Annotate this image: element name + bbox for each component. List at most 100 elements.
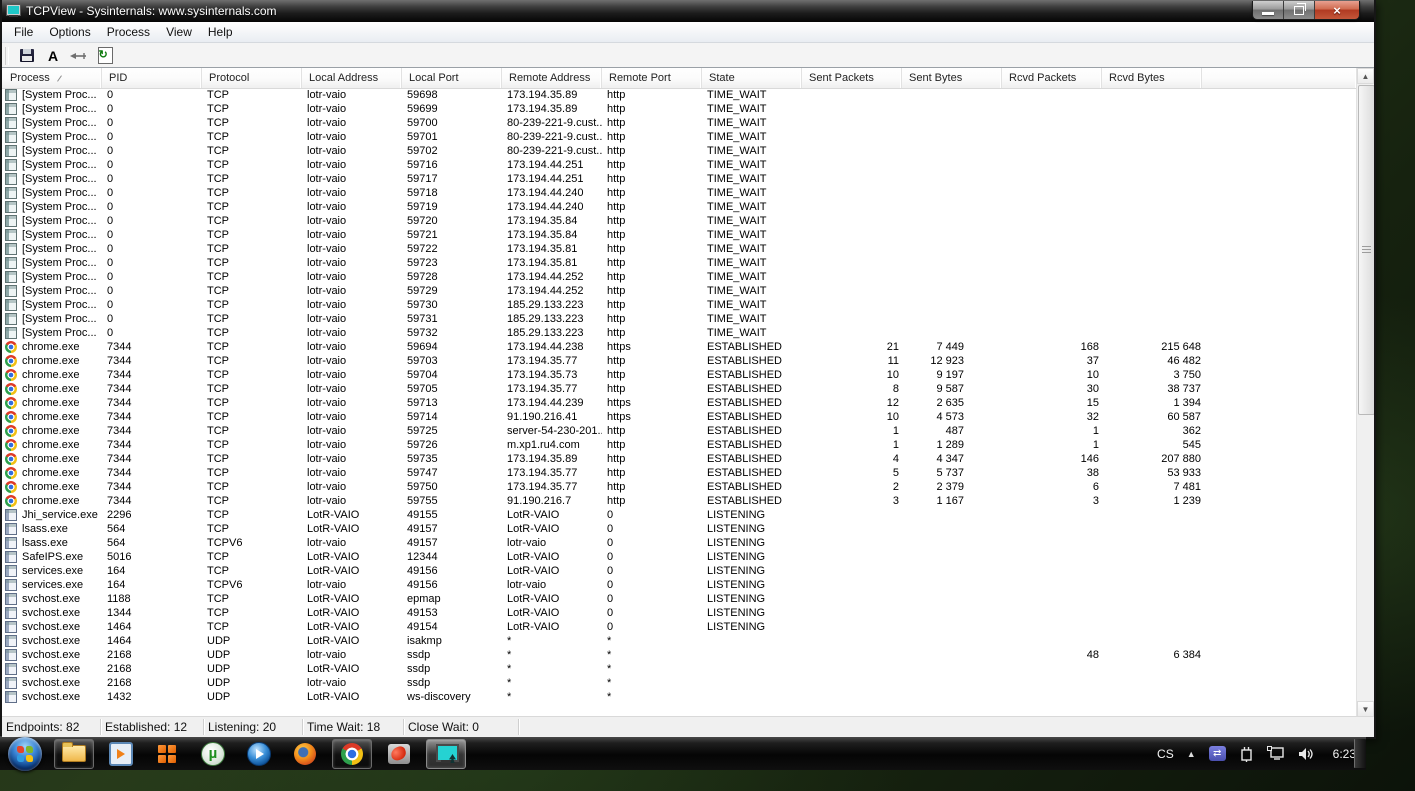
scrollbar-thumb[interactable] <box>1358 85 1374 415</box>
table-row[interactable]: [System Proc... 0 TCP lotr-vaio 59720 17… <box>2 214 1357 228</box>
menu-options[interactable]: Options <box>41 23 98 41</box>
minimize-button[interactable] <box>1253 1 1284 19</box>
table-row[interactable]: SafeIPS.exe 5016 TCP LotR-VAIO 12344 Lot… <box>2 550 1357 564</box>
table-row[interactable]: chrome.exe 7344 TCP lotr-vaio 59747 173.… <box>2 466 1357 480</box>
taskbar-red-app-button[interactable] <box>380 740 418 768</box>
table-row[interactable]: services.exe 164 TCP LotR-VAIO 49156 Lot… <box>2 564 1357 578</box>
menu-file[interactable]: File <box>6 23 41 41</box>
table-row[interactable]: chrome.exe 7344 TCP lotr-vaio 59694 173.… <box>2 340 1357 354</box>
table-row[interactable]: [System Proc... 0 TCP lotr-vaio 59731 18… <box>2 312 1357 326</box>
table-row[interactable]: svchost.exe 1188 TCP LotR-VAIO epmap Lot… <box>2 592 1357 606</box>
network-tray-icon[interactable] <box>1266 745 1285 762</box>
table-row[interactable]: [System Proc... 0 TCP lotr-vaio 59722 17… <box>2 242 1357 256</box>
column-header-rcvd-packets[interactable]: Rcvd Packets <box>1002 68 1102 88</box>
table-row[interactable]: [System Proc... 0 TCP lotr-vaio 59700 80… <box>2 116 1357 130</box>
cell-protocol: TCP <box>207 131 229 143</box>
cell-protocol: TCP <box>207 159 229 171</box>
close-connection-button[interactable] <box>67 45 91 66</box>
column-header-remote-address[interactable]: Remote Address <box>502 68 602 88</box>
table-row[interactable]: chrome.exe 7344 TCP lotr-vaio 59704 173.… <box>2 368 1357 382</box>
menu-help[interactable]: Help <box>200 23 241 41</box>
menu-view[interactable]: View <box>158 23 200 41</box>
windows-media-player-icon <box>247 741 271 766</box>
table-row[interactable]: svchost.exe 2168 UDP lotr-vaio ssdp * * <box>2 676 1357 690</box>
table-row[interactable]: [System Proc... 0 TCP lotr-vaio 59723 17… <box>2 256 1357 270</box>
taskbar-windows-media-player-button[interactable] <box>240 740 278 768</box>
table-row[interactable]: chrome.exe 7344 TCP lotr-vaio 59713 173.… <box>2 396 1357 410</box>
table-row[interactable]: [System Proc... 0 TCP lotr-vaio 59716 17… <box>2 158 1357 172</box>
taskbar-tcpview-button[interactable] <box>426 738 466 769</box>
column-header-state[interactable]: State <box>702 68 802 88</box>
table-row[interactable]: chrome.exe 7344 TCP lotr-vaio 59705 173.… <box>2 382 1357 396</box>
table-row[interactable]: [System Proc... 0 TCP lotr-vaio 59730 18… <box>2 298 1357 312</box>
table-row[interactable]: [System Proc... 0 TCP lotr-vaio 59701 80… <box>2 130 1357 144</box>
table-row[interactable]: svchost.exe 1464 TCP LotR-VAIO 49154 Lot… <box>2 620 1357 634</box>
cell-remote-port: http <box>607 313 626 325</box>
scroll-down-button[interactable]: ▼ <box>1357 701 1374 717</box>
table-row[interactable]: [System Proc... 0 TCP lotr-vaio 59732 18… <box>2 326 1357 340</box>
table-row[interactable]: svchost.exe 1344 TCP LotR-VAIO 49153 Lot… <box>2 606 1357 620</box>
cell-local-port: 49155 <box>407 509 438 521</box>
refresh-button[interactable] <box>93 45 117 66</box>
table-row[interactable]: svchost.exe 1432 UDP LotR-VAIO ws-discov… <box>2 690 1357 704</box>
table-row[interactable]: [System Proc... 0 TCP lotr-vaio 59721 17… <box>2 228 1357 242</box>
table-row[interactable]: [System Proc... 0 TCP lotr-vaio 59698 17… <box>2 88 1357 102</box>
table-row[interactable]: [System Proc... 0 TCP lotr-vaio 59718 17… <box>2 186 1357 200</box>
table-row[interactable]: Jhi_service.exe 2296 TCP LotR-VAIO 49155… <box>2 508 1357 522</box>
language-indicator[interactable]: CS <box>1157 747 1174 761</box>
start-button[interactable] <box>8 736 42 771</box>
table-row[interactable]: services.exe 164 TCPV6 lotr-vaio 49156 l… <box>2 578 1357 592</box>
scroll-up-button[interactable]: ▲ <box>1357 68 1374 84</box>
taskbar-firefox-button[interactable] <box>286 740 324 768</box>
taskbar-windows-explorer-button[interactable] <box>54 738 94 769</box>
column-header-sent-packets[interactable]: Sent Packets <box>802 68 902 88</box>
vertical-scrollbar[interactable]: ▲ ▼ <box>1356 68 1374 717</box>
table-row[interactable]: lsass.exe 564 TCPV6 lotr-vaio 49157 lotr… <box>2 536 1357 550</box>
table-row[interactable]: svchost.exe 2168 UDP LotR-VAIO ssdp * * <box>2 662 1357 676</box>
taskbar-utorrent-button[interactable]: µ <box>194 740 232 768</box>
taskbar-chrome-button[interactable] <box>332 738 372 769</box>
cell-sent-bytes: 9 197 <box>936 369 964 381</box>
table-header: Process PID Protocol Local Address Local… <box>2 68 1357 89</box>
restore-button[interactable] <box>1284 1 1315 19</box>
table-row[interactable]: chrome.exe 7344 TCP lotr-vaio 59750 173.… <box>2 480 1357 494</box>
power-plug-tray-icon[interactable] <box>1239 746 1254 762</box>
table-row[interactable]: chrome.exe 7344 TCP lotr-vaio 59703 173.… <box>2 354 1357 368</box>
volume-tray-icon[interactable] <box>1298 747 1314 761</box>
save-button[interactable] <box>15 45 39 66</box>
table-row[interactable]: [System Proc... 0 TCP lotr-vaio 59728 17… <box>2 270 1357 284</box>
column-header-sent-bytes[interactable]: Sent Bytes <box>902 68 1002 88</box>
column-header-protocol[interactable]: Protocol <box>202 68 302 88</box>
sync-tray-icon[interactable]: ⇄ <box>1208 746 1226 761</box>
taskbar-ms-office-button[interactable] <box>148 740 186 768</box>
taskbar-media-player-classic-button[interactable] <box>102 740 140 768</box>
title-bar[interactable]: TCPView - Sysinternals: www.sysinternals… <box>2 0 1374 22</box>
close-button[interactable]: × <box>1315 1 1359 19</box>
taskbar-clock[interactable]: 6:23 <box>1327 747 1356 761</box>
table-row[interactable]: svchost.exe 2168 UDP lotr-vaio ssdp * * … <box>2 648 1357 662</box>
table-row[interactable]: svchost.exe 1464 UDP LotR-VAIO isakmp * … <box>2 634 1357 648</box>
column-header-rcvd-bytes[interactable]: Rcvd Bytes <box>1102 68 1202 88</box>
table-row[interactable]: chrome.exe 7344 TCP lotr-vaio 59755 91.1… <box>2 494 1357 508</box>
table-row[interactable]: chrome.exe 7344 TCP lotr-vaio 59735 173.… <box>2 452 1357 466</box>
table-row[interactable]: lsass.exe 564 TCP LotR-VAIO 49157 LotR-V… <box>2 522 1357 536</box>
table-row[interactable]: [System Proc... 0 TCP lotr-vaio 59699 17… <box>2 102 1357 116</box>
column-header-local-port[interactable]: Local Port <box>402 68 502 88</box>
show-hidden-icons-button[interactable]: ▲ <box>1187 749 1196 759</box>
table-row[interactable]: chrome.exe 7344 TCP lotr-vaio 59726 m.xp… <box>2 438 1357 452</box>
table-row[interactable]: [System Proc... 0 TCP lotr-vaio 59729 17… <box>2 284 1357 298</box>
cell-sent-packets <box>802 620 902 634</box>
table-row[interactable]: [System Proc... 0 TCP lotr-vaio 59717 17… <box>2 172 1357 186</box>
cell-remote-address: 173.194.35.81 <box>507 243 578 255</box>
show-desktop-button[interactable] <box>1354 739 1366 768</box>
column-header-pid[interactable]: PID <box>102 68 202 88</box>
column-header-local-address[interactable]: Local Address <box>302 68 402 88</box>
table-row[interactable]: chrome.exe 7344 TCP lotr-vaio 59725 serv… <box>2 424 1357 438</box>
table-row[interactable]: chrome.exe 7344 TCP lotr-vaio 59714 91.1… <box>2 410 1357 424</box>
menu-process[interactable]: Process <box>99 23 158 41</box>
table-row[interactable]: [System Proc... 0 TCP lotr-vaio 59719 17… <box>2 200 1357 214</box>
column-header-process[interactable]: Process <box>2 68 102 88</box>
column-header-remote-port[interactable]: Remote Port <box>602 68 702 88</box>
table-row[interactable]: [System Proc... 0 TCP lotr-vaio 59702 80… <box>2 144 1357 158</box>
font-button[interactable]: A <box>41 45 65 66</box>
